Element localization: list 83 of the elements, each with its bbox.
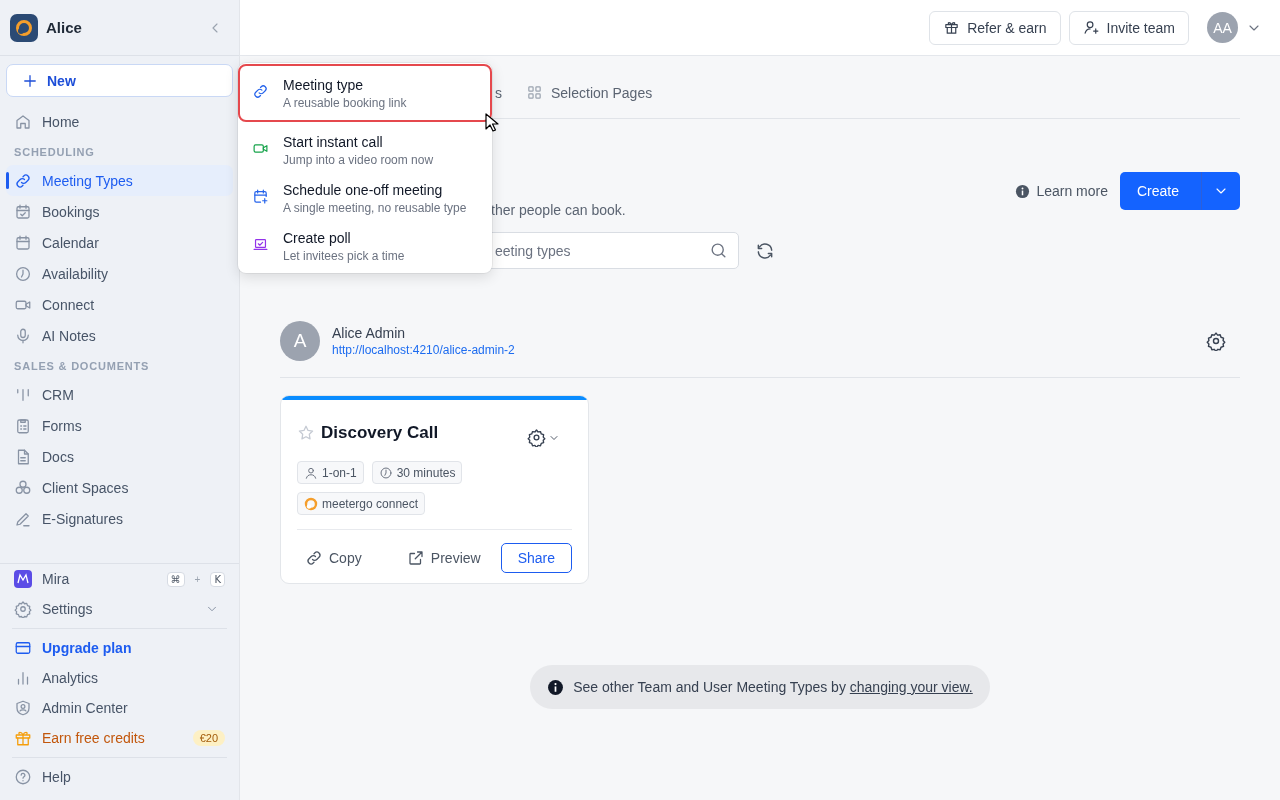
clipboard-icon <box>14 416 32 435</box>
info-icon <box>1015 183 1031 199</box>
grid-icon <box>526 84 543 101</box>
nav-item[interactable]: Meeting Types <box>6 165 233 196</box>
link-icon <box>14 171 32 190</box>
menu-item[interactable]: Start instant call Jump into a video room now <box>238 126 492 174</box>
tab[interactable]: Selection Pages <box>526 84 653 118</box>
user-icon <box>304 465 318 480</box>
new-button[interactable]: New <box>6 64 233 97</box>
nav-item[interactable]: Availability <box>6 258 233 289</box>
user-plus-icon <box>1082 19 1100 36</box>
clock-icon <box>378 465 393 480</box>
microphone-icon <box>14 326 32 345</box>
nav-item[interactable]: Forms <box>6 410 233 441</box>
nav-item[interactable]: Help <box>6 762 233 792</box>
nav-item[interactable]: Connect <box>6 289 233 320</box>
nav-item[interactable]: Earn free credits €20 <box>6 723 233 753</box>
card-title: Discovery Call <box>321 422 440 443</box>
workspace-name: Alice <box>46 19 83 36</box>
nav-item[interactable]: Upgrade plan <box>6 633 233 663</box>
share-button[interactable]: Share <box>500 543 572 573</box>
shortcut-separator: + <box>194 573 201 585</box>
learn-more-link[interactable]: Learn more <box>1015 183 1108 199</box>
tag: 1-on-1 <box>297 461 364 484</box>
nav-item[interactable]: Home <box>6 106 233 137</box>
menu-item[interactable]: Schedule one-off meeting A single meeting, no reusable type <box>238 174 492 222</box>
card-settings-button[interactable] <box>527 428 560 447</box>
assistant-item[interactable]: Mira ⌘ + K <box>6 564 233 594</box>
tag: 30 minutes <box>371 461 463 484</box>
star-icon <box>297 423 315 442</box>
nav-item[interactable]: Analytics <box>6 663 233 693</box>
gear-icon <box>527 428 546 447</box>
nav-item[interactable]: Settings <box>6 594 233 624</box>
settings-button[interactable] <box>1206 331 1226 351</box>
section-label: SCHEDULING <box>13 145 96 160</box>
gift-small-icon <box>943 19 961 36</box>
laptop-check-icon <box>252 236 269 253</box>
section-label: SALES & DOCUMENTS <box>13 359 151 374</box>
card-icon <box>14 639 32 657</box>
owner-avatar: A <box>280 321 320 361</box>
create-button[interactable]: Create <box>1119 172 1240 210</box>
credit-badge: €20 <box>192 730 225 746</box>
gear-icon <box>1206 331 1226 351</box>
tag: meetergo connect <box>297 492 426 515</box>
calendar-check-icon <box>14 202 32 221</box>
calendar-icon <box>14 233 32 252</box>
nav-item[interactable]: E-Signatures <box>6 503 233 534</box>
gear-icon <box>14 600 32 618</box>
calendar-plus-icon <box>252 188 269 205</box>
preview-button[interactable]: Preview <box>398 549 489 567</box>
change-view-link[interactable]: changing your view. <box>849 679 973 695</box>
clock-icon <box>14 264 32 283</box>
shield-user-icon <box>14 699 32 717</box>
page-description: ther people can book. <box>491 202 626 218</box>
menu-item[interactable]: Meeting type A reusable booking link <box>238 64 492 122</box>
refresh-button[interactable] <box>755 240 775 261</box>
search-icon <box>709 241 728 260</box>
booking-url-link[interactable]: http://localhost:4210/alice-admin-2 <box>332 343 1194 357</box>
ring-logo-icon <box>304 496 318 511</box>
refresh-icon <box>755 240 775 261</box>
link-icon <box>252 83 269 100</box>
nav-item[interactable]: Admin Center <box>6 693 233 723</box>
gift-icon <box>14 729 32 747</box>
help-icon <box>14 768 32 786</box>
copy-button[interactable]: Copy <box>297 549 370 567</box>
owner-name: Alice Admin <box>332 325 407 341</box>
refer-button[interactable]: Refer & earn <box>929 10 1061 45</box>
nav-item[interactable]: AI Notes <box>6 320 233 351</box>
nav-item[interactable]: CRM <box>6 379 233 410</box>
invite-button[interactable]: Invite team <box>1068 10 1189 45</box>
link-icon <box>305 549 323 567</box>
nav-item[interactable]: Docs <box>6 441 233 472</box>
cubes-icon <box>14 478 32 497</box>
external-link-icon <box>406 549 425 567</box>
nav-item[interactable]: Bookings <box>6 196 233 227</box>
assistant-icon <box>14 570 32 588</box>
shortcut-key: ⌘ <box>166 571 185 587</box>
nav-item[interactable]: Calendar <box>6 227 233 258</box>
nav-item[interactable]: Client Spaces <box>6 472 233 503</box>
info-icon <box>547 678 565 696</box>
info-text: See other Team and User Meeting Types by changing your view. <box>573 679 973 695</box>
logo-icon <box>10 13 38 42</box>
shortcut-key: K <box>210 571 225 587</box>
